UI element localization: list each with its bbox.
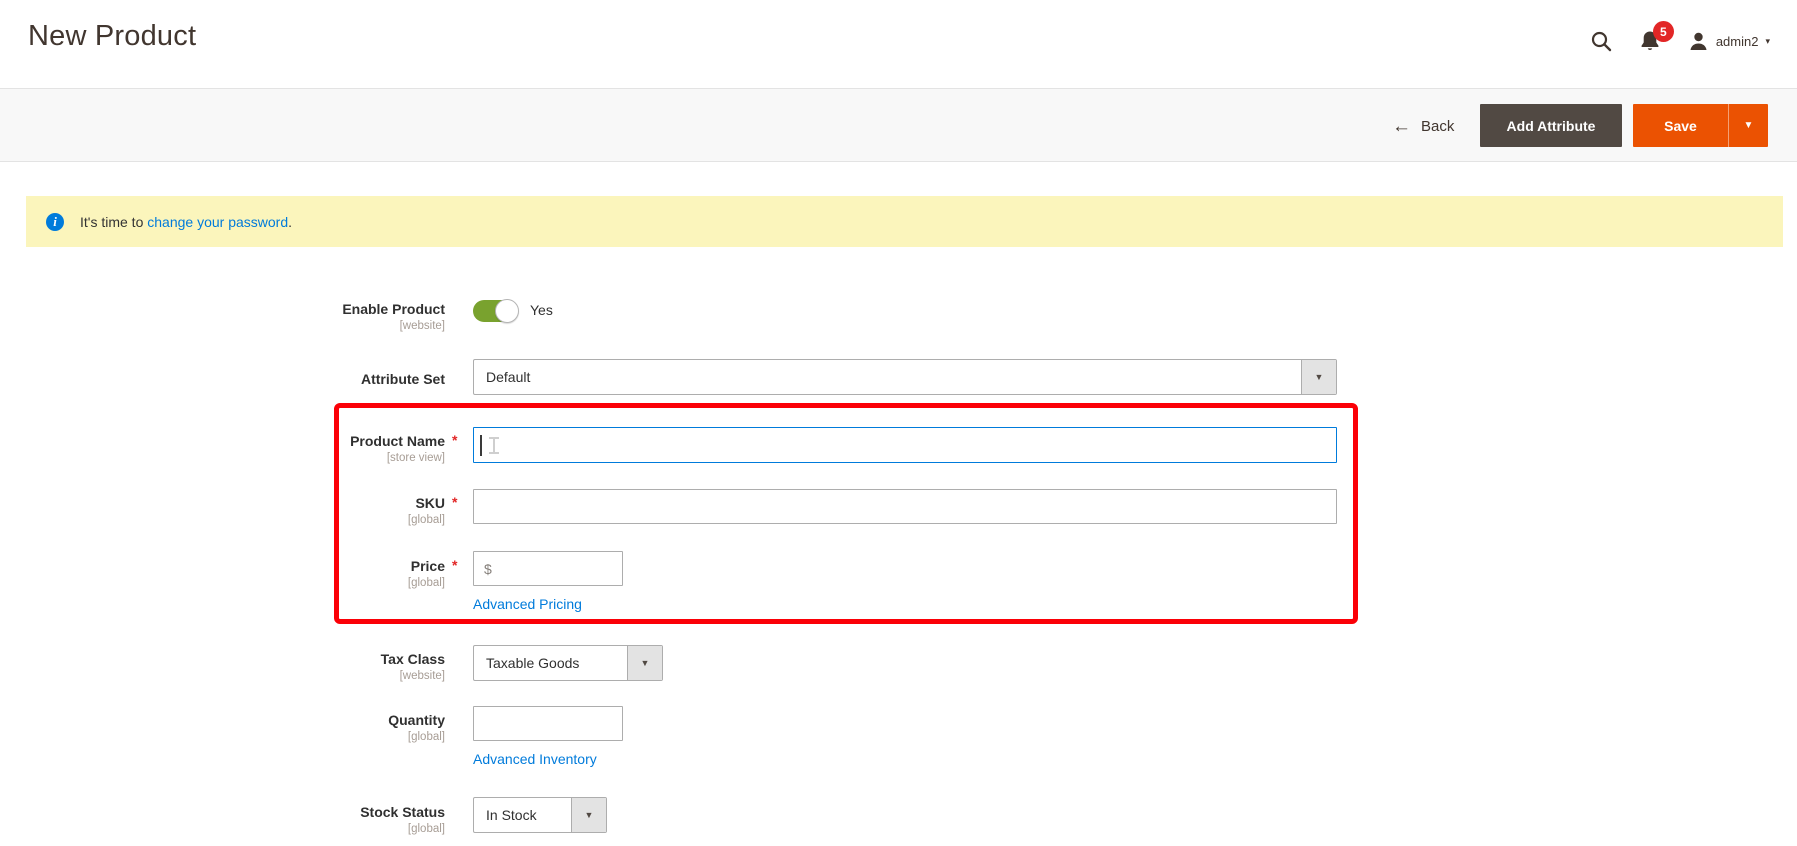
caret-down-icon: ▼: [571, 798, 606, 832]
attribute-set-value: Default: [474, 360, 1301, 394]
tax-class-scope: [website]: [0, 670, 445, 682]
attribute-set-label: Attribute Set: [0, 371, 445, 387]
price-field: $: [473, 551, 623, 586]
stock-status-select[interactable]: In Stock ▼: [473, 797, 607, 833]
page-header: New Product 5 admin2 ▾: [0, 0, 1797, 88]
price-label: Price: [0, 558, 445, 574]
product-name-label: Product Name: [0, 433, 445, 449]
product-name-scope: [store view]: [0, 452, 445, 464]
back-arrow-icon: ←: [1392, 117, 1411, 136]
notification-count-badge: 5: [1653, 21, 1674, 42]
notice-text: It's time to change your password.: [80, 214, 292, 230]
notice-prefix: It's time to: [80, 214, 147, 230]
product-name-input[interactable]: [473, 427, 1337, 463]
info-icon: i: [46, 213, 64, 231]
stock-status-value: In Stock: [474, 798, 571, 832]
currency-symbol: $: [484, 561, 492, 577]
sku-input[interactable]: [473, 489, 1337, 524]
stock-status-scope: [global]: [0, 823, 445, 835]
quantity-label: Quantity: [0, 712, 445, 728]
add-attribute-button[interactable]: Add Attribute: [1480, 104, 1622, 147]
save-options-toggle[interactable]: ▼: [1728, 104, 1768, 147]
password-notice-bar: i It's time to change your password.: [26, 196, 1783, 247]
attribute-set-select[interactable]: Default ▼: [473, 359, 1337, 395]
admin-user-menu[interactable]: admin2 ▾: [1688, 31, 1770, 52]
enable-product-toggle[interactable]: [473, 300, 518, 322]
advanced-pricing-link[interactable]: Advanced Pricing: [473, 596, 582, 612]
chevron-down-icon: ▾: [1765, 36, 1770, 47]
back-button[interactable]: ← Back: [1392, 89, 1454, 163]
search-icon[interactable]: [1590, 30, 1612, 52]
tax-class-label: Tax Class: [0, 651, 445, 667]
required-asterisk: *: [452, 494, 457, 510]
sku-label: SKU: [0, 495, 445, 511]
caret-down-icon: ▼: [1744, 120, 1754, 131]
tax-class-value: Taxable Goods: [474, 646, 627, 680]
quantity-input[interactable]: [473, 706, 623, 741]
text-cursor: [480, 435, 482, 456]
tax-class-select[interactable]: Taxable Goods ▼: [473, 645, 663, 681]
save-split-button: Save ▼: [1633, 104, 1768, 147]
price-scope: [global]: [0, 577, 445, 589]
advanced-inventory-link[interactable]: Advanced Inventory: [473, 751, 597, 767]
enable-product-scope: [website]: [0, 320, 445, 332]
header-actions: 5 admin2 ▾: [1590, 24, 1770, 58]
caret-down-icon: ▼: [627, 646, 662, 680]
change-password-link[interactable]: change your password: [147, 214, 288, 230]
stock-status-label: Stock Status: [0, 804, 445, 820]
enable-product-label: Enable Product: [0, 301, 445, 317]
ibeam-cursor-icon: [489, 437, 499, 454]
toggle-knob: [495, 299, 519, 323]
action-toolbar: ← Back Add Attribute Save ▼: [0, 88, 1797, 162]
notice-suffix: .: [288, 214, 292, 230]
quantity-scope: [global]: [0, 731, 445, 743]
save-button[interactable]: Save: [1633, 104, 1728, 147]
sku-scope: [global]: [0, 514, 445, 526]
back-label: Back: [1421, 118, 1454, 135]
user-icon: [1688, 31, 1709, 52]
user-name: admin2: [1716, 34, 1759, 49]
required-asterisk: *: [452, 432, 457, 448]
notifications-button[interactable]: 5: [1638, 29, 1662, 53]
price-input[interactable]: [496, 561, 612, 577]
page-title: New Product: [28, 20, 196, 53]
required-asterisk: *: [452, 557, 457, 573]
caret-down-icon: ▼: [1301, 360, 1336, 394]
enable-product-value: Yes: [530, 302, 553, 318]
